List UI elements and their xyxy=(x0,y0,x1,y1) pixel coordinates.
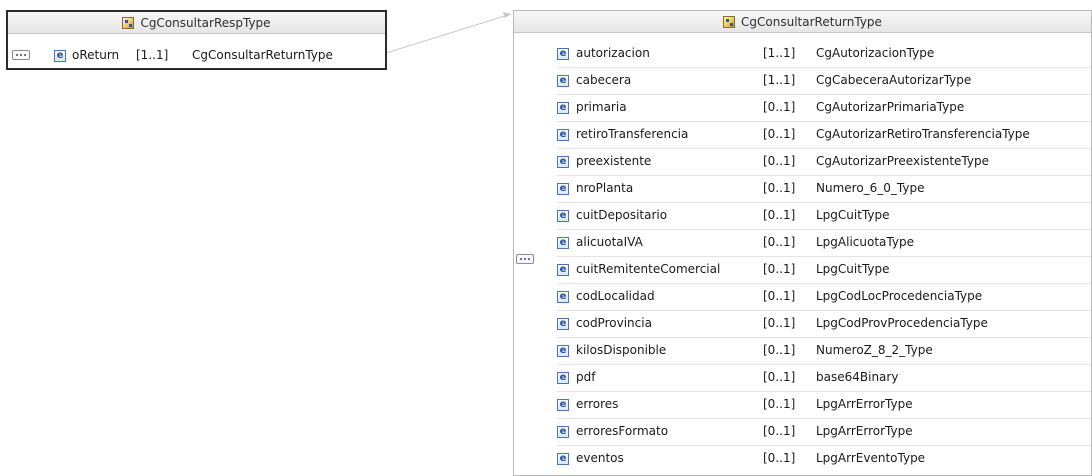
element-name: cuitRemitenteComercial xyxy=(576,262,721,276)
element-cardinality: [0..1] xyxy=(763,289,796,303)
element-cardinality: [0..1] xyxy=(763,181,796,195)
cg-consultar-return-type-title-bar: CgConsultarReturnType xyxy=(514,11,1091,33)
element-name: autorizacion xyxy=(576,46,650,60)
element-type: LpgCodProvProcedenciaType xyxy=(816,316,988,330)
element-cardinality: [1..1] xyxy=(763,73,796,87)
element-type: CgCabeceraAutorizarType xyxy=(816,73,972,87)
element-type: NumeroZ_8_2_Type xyxy=(816,343,933,357)
element-row[interactable]: e cuitDepositario [0..1] LpgCuitType xyxy=(514,203,1091,230)
element-name: pdf xyxy=(576,370,596,384)
element-name: alicuotaIVA xyxy=(576,235,643,249)
oreturn-name: oReturn xyxy=(72,48,120,62)
element-cardinality: [0..1] xyxy=(763,424,796,438)
element-row[interactable]: e codProvincia [0..1] LpgCodProvProcedencia… xyxy=(514,311,1091,338)
element-cardinality: [0..1] xyxy=(763,208,796,222)
element-name: cuitDepositario xyxy=(576,208,668,222)
element-type: CgAutorizacionType xyxy=(816,46,935,60)
element-icon: e xyxy=(557,345,569,357)
element-name: kilosDisponible xyxy=(576,343,667,357)
element-cardinality: [0..1] xyxy=(763,154,796,168)
element-type: base64Binary xyxy=(816,370,899,384)
element-name: errores xyxy=(576,397,619,411)
element-row[interactable]: e cabecera [1..1] CgCabeceraAutorizarType xyxy=(514,68,1091,95)
element-row[interactable]: e erroresFormato [0..1] LpgArrErrorType xyxy=(514,419,1091,446)
oreturn-row[interactable]: e oReturn [1..1] CgConsultarReturnType xyxy=(8,46,385,66)
element-row[interactable]: e codLocalidad [0..1] LpgCodLocProcedenciaT… xyxy=(514,284,1091,311)
element-row[interactable]: e pdf [0..1] base64Binary xyxy=(514,365,1091,392)
element-icon: e xyxy=(54,50,66,62)
element-row[interactable]: e primaria [0..1] CgAutorizarPrimariaType xyxy=(514,95,1091,122)
element-type: CgAutorizarRetiroTransferenciaType xyxy=(816,127,1030,141)
type-reference-connector xyxy=(385,13,512,54)
element-type: LpgArrErrorType xyxy=(816,424,913,438)
cg-consultar-return-type-box[interactable]: CgConsultarReturnType e autorizacion [1..1… xyxy=(513,10,1092,476)
complex-type-icon xyxy=(122,16,135,29)
element-cardinality: [0..1] xyxy=(763,343,796,357)
element-icon: e xyxy=(557,372,569,384)
element-icon: e xyxy=(557,399,569,411)
element-name: preexistente xyxy=(576,154,652,168)
element-cardinality: [0..1] xyxy=(763,316,796,330)
element-icon: e xyxy=(557,237,569,249)
element-icon: e xyxy=(557,291,569,303)
element-row[interactable]: e preexistente [0..1] CgAutorizarPreexisten… xyxy=(514,149,1091,176)
element-cardinality: [1..1] xyxy=(763,46,796,60)
element-icon: e xyxy=(557,264,569,276)
element-type: Numero_6_0_Type xyxy=(816,181,925,195)
element-name: codLocalidad xyxy=(576,289,655,303)
cg-consultar-resp-type-title-bar: CgConsultarRespType xyxy=(8,12,385,34)
element-name: erroresFormato xyxy=(576,424,669,438)
element-row[interactable]: e retiroTransferencia [0..1] CgAutorizarRet… xyxy=(514,122,1091,149)
element-name: nroPlanta xyxy=(576,181,634,195)
element-icon: e xyxy=(557,210,569,222)
element-type: LpgArrEventoType xyxy=(816,451,926,465)
element-cardinality: [0..1] xyxy=(763,127,796,141)
complex-type-icon xyxy=(723,15,736,28)
element-cardinality: [0..1] xyxy=(763,100,796,114)
oreturn-cardinality: [1..1] xyxy=(136,48,169,62)
element-name: primaria xyxy=(576,100,627,114)
element-icon: e xyxy=(557,156,569,168)
element-row[interactable]: e eventos [0..1] LpgArrEventoType xyxy=(514,446,1091,473)
element-name: retiroTransferencia xyxy=(576,127,689,141)
element-type: CgAutorizarPrimariaType xyxy=(816,100,965,114)
element-icon: e xyxy=(557,426,569,438)
element-type: CgAutorizarPreexistenteType xyxy=(816,154,989,168)
cg-consultar-return-type-title: CgConsultarReturnType xyxy=(741,14,882,29)
element-row[interactable]: e errores [0..1] LpgArrErrorType xyxy=(514,392,1091,419)
element-icon: e xyxy=(557,129,569,141)
cg-consultar-resp-type-title: CgConsultarRespType xyxy=(140,15,271,30)
element-icon: e xyxy=(557,48,569,60)
element-name: codProvincia xyxy=(576,316,652,330)
element-row[interactable]: e nroPlanta [0..1] Numero_6_0_Type xyxy=(514,176,1091,203)
element-icon: e xyxy=(557,102,569,114)
element-name: cabecera xyxy=(576,73,632,87)
element-icon: e xyxy=(557,75,569,87)
element-row[interactable]: e autorizacion [1..1] CgAutorizacionType xyxy=(514,41,1091,68)
element-cardinality: [0..1] xyxy=(763,397,796,411)
element-type: LpgCuitType xyxy=(816,262,890,276)
element-icon: e xyxy=(557,183,569,195)
element-row[interactable]: e cuitRemitenteComercial [0..1] LpgCuitType xyxy=(514,257,1091,284)
cg-consultar-resp-type-box[interactable]: CgConsultarRespType e oReturn [1..1] CgC… xyxy=(6,10,387,70)
element-icon: e xyxy=(557,318,569,330)
element-type: LpgCodLocProcedenciaType xyxy=(816,289,983,303)
element-type: LpgAlicuotaType xyxy=(816,235,914,249)
element-type: LpgCuitType xyxy=(816,208,890,222)
element-row[interactable]: e alicuotaIVA [0..1] LpgAlicuotaType xyxy=(514,230,1091,257)
oreturn-type: CgConsultarReturnType xyxy=(192,48,333,62)
element-cardinality: [0..1] xyxy=(763,451,796,465)
element-type: LpgArrErrorType xyxy=(816,397,913,411)
connector-arrowhead xyxy=(503,12,511,18)
element-name: eventos xyxy=(576,451,624,465)
element-row[interactable]: e kilosDisponible [0..1] NumeroZ_8_2_Type xyxy=(514,338,1091,365)
element-icon: e xyxy=(557,453,569,465)
element-cardinality: [0..1] xyxy=(763,235,796,249)
element-cardinality: [0..1] xyxy=(763,262,796,276)
element-cardinality: [0..1] xyxy=(763,370,796,384)
